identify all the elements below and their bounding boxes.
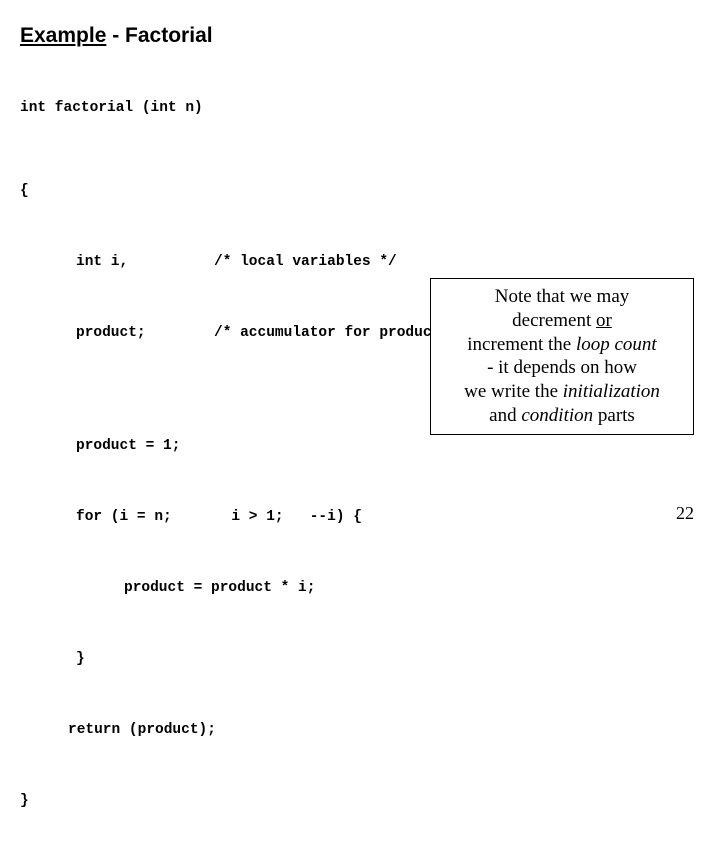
slide: Example - Factorial int factorial (int n… [0, 0, 720, 540]
code-stmt1: product = 1; [20, 436, 180, 456]
code-signature: int factorial (int n) [20, 98, 700, 118]
code-inner-close: } [20, 649, 85, 669]
note-line3-italic: loop count [576, 334, 657, 355]
code-brace-open: { [20, 181, 700, 201]
note-line2-underlined: or [596, 310, 612, 331]
page-title: Example - Factorial [20, 24, 700, 48]
note-box: Note that we may decrement or increment … [430, 278, 694, 435]
code-return: return (product); [20, 722, 216, 738]
title-rest: - Factorial [106, 24, 212, 47]
code-decl2-left: product; [76, 323, 214, 343]
note-line6b: parts [593, 405, 635, 426]
code-for-part1: for (i = n; [76, 507, 214, 527]
note-line4: - it depends on how [487, 357, 637, 378]
note-line1: Note that we may [495, 286, 630, 307]
note-line3a: increment the [467, 334, 576, 355]
note-line2a: decrement [512, 310, 596, 331]
code-for-part2: i > 1; --i) { [214, 509, 362, 525]
title-underlined: Example [20, 24, 106, 47]
code-brace-close: } [20, 791, 700, 811]
note-line6-italic: condition [521, 405, 593, 426]
code-body: product = product * i; [20, 580, 315, 596]
code-decl1-right: /* local variables */ [214, 254, 397, 270]
note-line6a: and [489, 405, 521, 426]
note-line5-italic: initialization [563, 381, 660, 402]
code-block: int factorial (int n) { int i,/* local v… [20, 78, 700, 852]
note-line5a: we write the [464, 381, 563, 402]
page-number: 22 [676, 503, 694, 524]
code-decl1-left: int i, [76, 252, 214, 272]
